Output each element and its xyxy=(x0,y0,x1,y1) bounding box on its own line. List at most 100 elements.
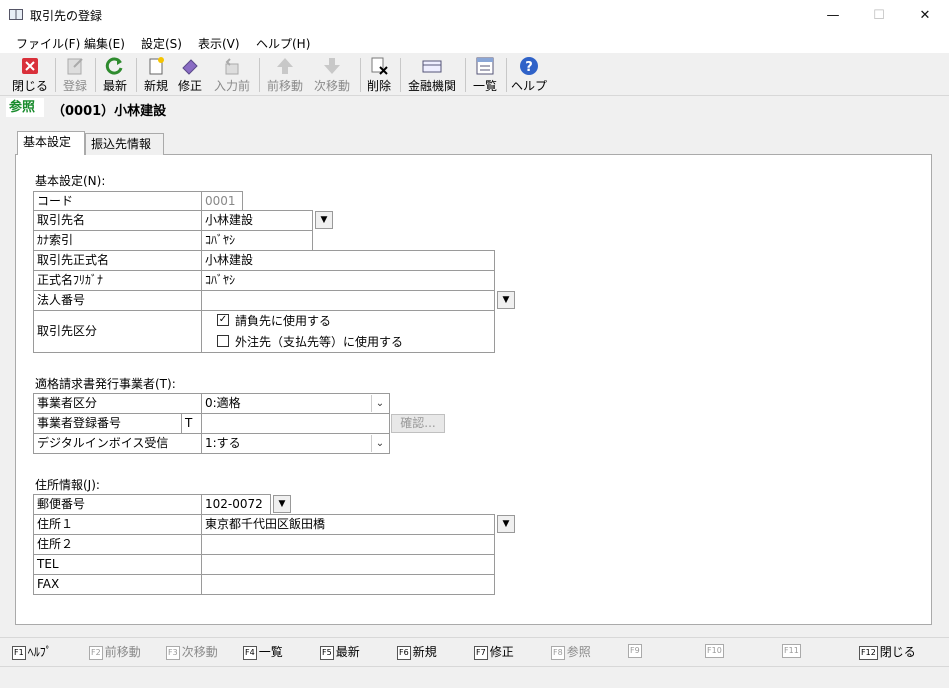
address1-field[interactable]: 東京都千代田区飯田橋 xyxy=(201,514,495,535)
register-button[interactable]: 登録 xyxy=(60,56,90,94)
bank-card-icon xyxy=(422,60,442,73)
fax-field[interactable] xyxy=(201,574,495,595)
edit-button[interactable]: 修正 xyxy=(175,56,205,94)
toolbar-separator xyxy=(95,58,96,92)
refresh-button-label: 最新 xyxy=(102,79,127,93)
checkmark-icon: ✓ xyxy=(218,314,228,325)
prev-button[interactable]: 前移動 xyxy=(264,56,306,94)
address1-label: 住所１ xyxy=(33,514,202,535)
fkey-f4[interactable]: F4 一覧 xyxy=(243,643,283,660)
fkey-f1[interactable]: F1 ﾍﾙﾌﾟ xyxy=(12,643,52,660)
register-button-label: 登録 xyxy=(62,79,87,93)
fkey-badge: F7 xyxy=(474,646,488,660)
formal-name-field[interactable]: 小林建設 xyxy=(201,250,495,271)
fkey-f2[interactable]: F2 前移動 xyxy=(89,643,141,660)
prev-button-label: 前移動 xyxy=(266,79,303,93)
fkey-f3[interactable]: F3 次移動 xyxy=(166,643,218,660)
minimize-button[interactable]: — xyxy=(810,0,856,31)
toolbar-separator xyxy=(400,58,401,92)
corporate-number-label: 法人番号 xyxy=(33,290,202,311)
chevron-down-icon: ▼ xyxy=(278,499,286,509)
code-field[interactable]: 0001 xyxy=(201,191,243,211)
fkey-label: 一覧 xyxy=(258,645,283,659)
toolbar-separator xyxy=(55,58,56,92)
registration-number-field[interactable] xyxy=(201,413,390,434)
status-bar xyxy=(0,666,949,688)
address-section-heading: 住所情報(J): xyxy=(35,478,100,492)
zip-field[interactable]: 102-0072 xyxy=(201,494,271,515)
fkey-f8[interactable]: F8 参照 xyxy=(551,643,591,660)
bank-button-label: 金融機関 xyxy=(407,79,456,93)
name-label: 取引先名 xyxy=(33,210,202,231)
kana-field[interactable]: ｺﾊﾞﾔｼ xyxy=(201,230,313,251)
fkey-f10[interactable]: F10 xyxy=(705,643,726,658)
tab-basic-settings[interactable]: 基本設定 xyxy=(17,131,85,155)
menu-edit[interactable]: 編集(E) xyxy=(84,35,125,52)
refresh-button[interactable]: 最新 xyxy=(100,56,130,94)
fkey-label: 参照 xyxy=(566,645,591,659)
new-button[interactable]: 新規 xyxy=(141,56,171,94)
registration-number-label: 事業者登録番号 xyxy=(33,413,182,434)
arrow-down-icon xyxy=(324,58,340,74)
chevron-down-icon: ▼ xyxy=(320,215,328,225)
eraser-icon xyxy=(182,59,198,75)
fkey-f5[interactable]: F5 最新 xyxy=(320,643,360,660)
menu-help[interactable]: ヘルプ(H) xyxy=(256,35,310,52)
formal-kana-label: 正式名ﾌﾘｶﾞﾅ xyxy=(33,270,202,291)
list-window-icon xyxy=(476,57,494,75)
fkey-f11[interactable]: F11 xyxy=(782,643,803,658)
checkbox-contractor[interactable]: ✓ xyxy=(217,314,229,326)
name-field[interactable]: 小林建設 xyxy=(201,210,313,231)
bank-button[interactable]: 金融機関 xyxy=(405,56,459,94)
prev-input-button-label: 入力前 xyxy=(213,79,250,93)
checkbox-subcontractor-label: 外注先（支払先等）に使用する xyxy=(235,335,404,349)
confirm-button[interactable]: 確認... xyxy=(391,414,445,433)
tab-transfer-info[interactable]: 振込先情報 xyxy=(85,133,164,155)
menu-view[interactable]: 表示(V) xyxy=(198,35,240,52)
menu-settings[interactable]: 設定(S) xyxy=(141,35,182,52)
fkey-f9[interactable]: F9 xyxy=(628,643,644,658)
checkbox-subcontractor[interactable] xyxy=(217,335,229,347)
new-document-icon xyxy=(149,57,164,75)
edit-button-label: 修正 xyxy=(177,79,202,93)
fkey-badge: F12 xyxy=(859,646,878,660)
address1-dropdown-button[interactable]: ▼ xyxy=(497,515,515,533)
formal-kana-field[interactable]: ｺﾊﾞﾔｼ xyxy=(201,270,495,291)
delete-button[interactable]: 削除 xyxy=(364,56,394,94)
window-title: 取引先の登録 xyxy=(30,9,103,23)
fkey-badge: F5 xyxy=(320,646,334,660)
list-button[interactable]: 一覧 xyxy=(470,56,500,94)
maximize-button[interactable]: ☐ xyxy=(856,0,902,31)
chevron-down-icon: ⌄ xyxy=(371,435,388,452)
fkey-f7[interactable]: F7 修正 xyxy=(474,643,514,660)
delete-button-label: 削除 xyxy=(366,79,391,93)
fkey-badge: F9 xyxy=(628,644,642,658)
formal-name-label: 取引先正式名 xyxy=(33,250,202,271)
tel-field[interactable] xyxy=(201,554,495,575)
close-window-button[interactable]: ✕ xyxy=(902,0,948,31)
close-button[interactable]: 閉じる xyxy=(12,56,48,94)
help-button-label: ヘルプ xyxy=(511,79,548,93)
arrow-up-icon xyxy=(277,58,293,74)
prev-input-button[interactable]: 入力前 xyxy=(212,56,252,94)
fkey-f6[interactable]: F6 新規 xyxy=(397,643,437,660)
business-type-select[interactable]: 0:適格 ⌄ xyxy=(201,393,390,414)
corporate-number-field[interactable] xyxy=(201,290,495,311)
checkbox-contractor-label: 請負先に使用する xyxy=(235,314,332,328)
fkey-badge: F8 xyxy=(551,646,565,660)
new-button-label: 新規 xyxy=(143,79,168,93)
next-button[interactable]: 次移動 xyxy=(311,56,353,94)
menu-file[interactable]: ファイル(F) xyxy=(16,35,80,52)
fkey-label: 新規 xyxy=(412,645,437,659)
zip-dropdown-button[interactable]: ▼ xyxy=(273,495,291,513)
name-dropdown-button[interactable]: ▼ xyxy=(315,211,333,229)
fkey-f12[interactable]: F12 閉じる xyxy=(859,643,916,660)
help-button[interactable]: ? ヘルプ xyxy=(511,56,547,94)
digital-invoice-select[interactable]: 1:する ⌄ xyxy=(201,433,390,454)
toolbar-separator xyxy=(360,58,361,92)
title-bar xyxy=(0,0,949,31)
mode-badge: 参照 xyxy=(6,98,44,117)
chevron-down-icon: ▼ xyxy=(502,519,510,529)
address2-field[interactable] xyxy=(201,534,495,555)
corporate-number-dropdown-button[interactable]: ▼ xyxy=(497,291,515,309)
